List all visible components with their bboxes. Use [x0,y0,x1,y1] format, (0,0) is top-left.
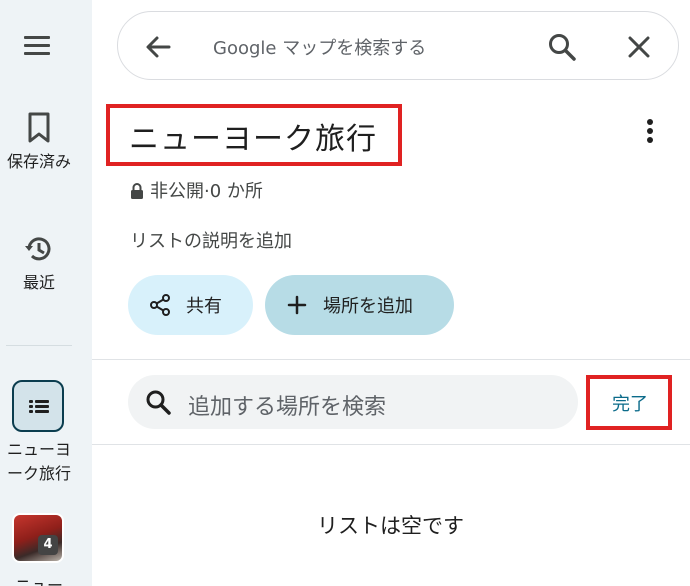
rail-list-label[interactable]: ニューヨ ーク旅行 [0,438,78,486]
search-input[interactable]: Google マップを検索する [213,34,426,60]
list-icon-line [35,410,49,413]
rail-item-recent-label: 最近 [22,273,55,292]
privacy-status: 非公開·0 か所 [130,177,263,203]
menu-button[interactable] [22,34,54,58]
back-arrow-icon[interactable] [143,32,173,62]
share-icon [150,294,170,316]
rail-item-recent[interactable]: 最近 [0,233,78,293]
rail-list-button[interactable] [12,380,64,432]
add-place-label: 場所を追加 [323,296,413,317]
history-icon [25,237,51,261]
share-label: 共有 [186,296,222,317]
share-button[interactable]: 共有 [128,275,253,335]
maps-list-panel: 保存済み 最近 ニューヨ ーク旅行 4 ニュー Google マップを検索する … [0,0,690,586]
section-divider [92,359,690,360]
empty-list-message: リストは空です [317,514,464,538]
more-vert-icon-dot [647,128,653,134]
privacy-text: 非公開·0 か所 [150,181,263,202]
left-rail: 保存済み 最近 ニューヨ ーク旅行 4 ニュー [0,0,92,586]
menu-icon-line [24,52,50,55]
add-description-link[interactable]: リストの説明を追加 [130,227,292,253]
place-photo-thumbnail[interactable]: 4 [12,513,64,563]
search-icon [146,390,171,415]
list-icon-line [29,405,33,408]
list-title[interactable]: ニューヨーク旅行 [129,114,377,158]
menu-icon-line [24,44,50,47]
place-search-placeholder: 追加する場所を検索 [188,395,387,420]
maps-search-bar[interactable]: Google マップを検索する [117,11,679,80]
close-icon[interactable] [623,31,655,63]
place-search-input[interactable]: 追加する場所を検索 [128,375,578,429]
search-icon[interactable] [546,31,578,63]
rail-item-saved-label: 保存済み [6,152,71,171]
rail-list-label-line1: ニューヨ [6,440,71,459]
list-icon-line [29,410,33,413]
lock-icon [131,183,143,199]
rail-list-label-line2: ーク旅行 [6,464,71,483]
rail-bottom-label[interactable]: ニュー [0,572,78,586]
add-place-button[interactable]: 場所を追加 [265,275,454,335]
section-divider-2 [92,444,690,445]
rail-divider [6,345,72,346]
done-button[interactable]: 完了 [612,390,648,416]
more-vert-icon [647,119,653,125]
photo-count-badge: 4 [38,535,58,555]
rail-item-saved[interactable]: 保存済み [0,112,78,172]
plus-icon [287,295,307,315]
bookmark-icon [28,112,50,143]
menu-icon [24,36,50,39]
more-options-button[interactable] [638,116,662,146]
more-vert-icon-dot [647,137,653,143]
list-icon-line [35,400,49,403]
list-icon [29,400,33,403]
list-icon-line [35,405,49,408]
